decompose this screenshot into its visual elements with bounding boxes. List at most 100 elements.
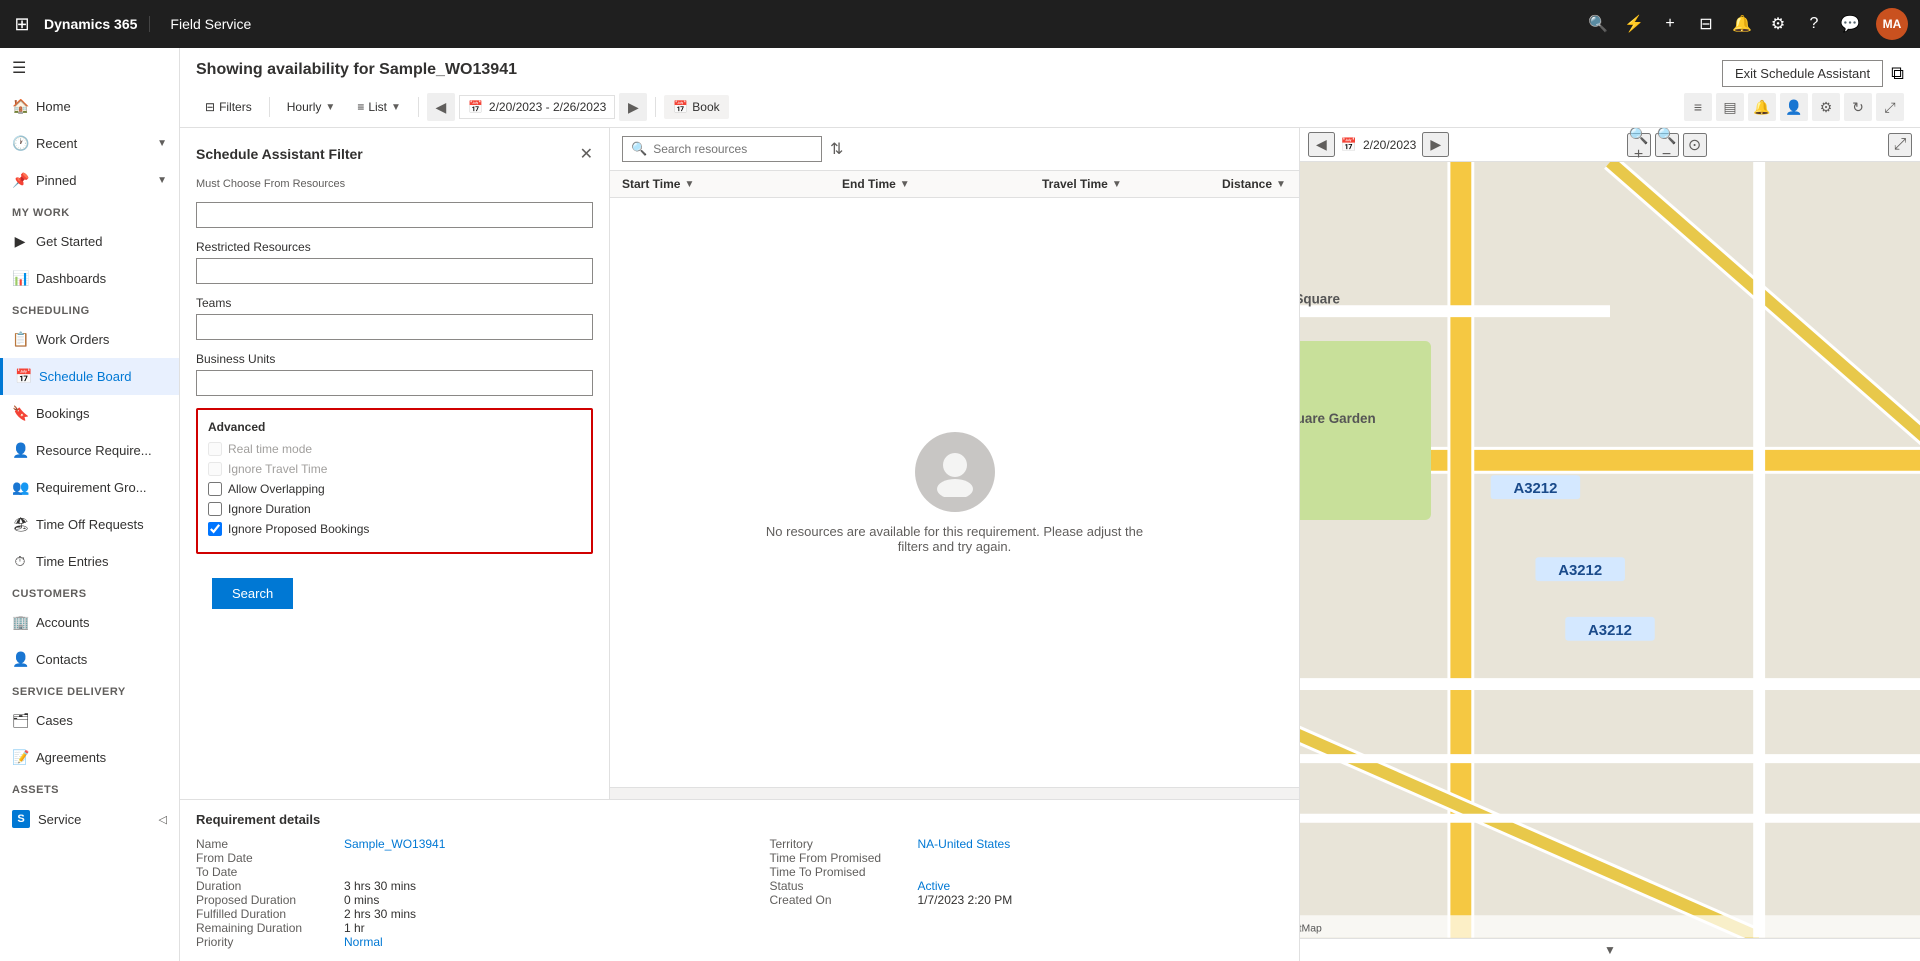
sidebar-group-recent[interactable]: 🕐 Recent ▼ bbox=[0, 125, 179, 162]
sidebar-item-service[interactable]: S Service ◁ bbox=[0, 800, 179, 838]
prev-date-button[interactable]: ◀ bbox=[427, 93, 455, 121]
search-button[interactable]: Search bbox=[212, 578, 293, 609]
zoom-out-button[interactable]: 🔍− bbox=[1655, 133, 1679, 157]
end-time-chevron: ▼ bbox=[900, 179, 910, 190]
map-collapse-button[interactable]: ▼ bbox=[1300, 938, 1920, 961]
map-next-button[interactable]: ▶ bbox=[1422, 132, 1449, 157]
col-distance[interactable]: Distance ▼ bbox=[1222, 177, 1287, 191]
list-button[interactable]: ≡ List ▼ bbox=[348, 95, 410, 119]
next-date-button[interactable]: ▶ bbox=[619, 93, 647, 121]
apps-icon[interactable]: ⊞ bbox=[12, 14, 32, 34]
hourly-button[interactable]: Hourly ▼ bbox=[278, 95, 345, 119]
sidebar-item-contacts[interactable]: 👤 Contacts bbox=[0, 641, 179, 678]
sidebar-hamburger[interactable]: ☰ bbox=[0, 48, 179, 88]
filter-icon: ⊟ bbox=[205, 100, 215, 114]
alert-icon[interactable]: 🔔 bbox=[1748, 93, 1776, 121]
sidebar-label-service: Service bbox=[38, 812, 81, 827]
sidebar-item-reqgroup[interactable]: 👥 Requirement Gro... bbox=[0, 469, 179, 506]
must-choose-input[interactable] bbox=[196, 202, 593, 228]
req-row-priority: Priority Normal bbox=[196, 935, 710, 949]
req-value-status[interactable]: Active bbox=[918, 879, 951, 893]
scrollbar-area[interactable] bbox=[610, 787, 1299, 799]
results-panel: 🔍 ⇅ Start Time ▼ End Time bbox=[610, 128, 1299, 799]
sidebar-item-getstarted[interactable]: ▶ Get Started bbox=[0, 223, 179, 260]
help-icon[interactable]: ? bbox=[1804, 14, 1824, 34]
workorder-icon: 📋 bbox=[12, 331, 28, 348]
col-start-time[interactable]: Start Time ▼ bbox=[622, 177, 842, 191]
results-header: Start Time ▼ End Time ▼ Travel Time ▼ bbox=[610, 171, 1299, 198]
col-end-time[interactable]: End Time ▼ bbox=[842, 177, 1042, 191]
case-icon: 🗂 bbox=[12, 712, 28, 729]
filter-close-button[interactable]: ✕ bbox=[580, 144, 593, 164]
teams-input[interactable] bbox=[196, 314, 593, 340]
filters-button[interactable]: ⊟ Filters bbox=[196, 95, 261, 119]
req-row-duration: Duration 3 hrs 30 mins bbox=[196, 879, 710, 893]
sidebar-item-agreements[interactable]: 📝 Agreements bbox=[0, 739, 179, 776]
search-icon[interactable]: 🔍 bbox=[1588, 14, 1608, 34]
req-label-duration: Duration bbox=[196, 879, 336, 893]
toolbar: ⊟ Filters Hourly ▼ ≡ List ▼ ◀ 📅 2/20/20 bbox=[196, 87, 1904, 127]
search-resources-input[interactable] bbox=[653, 142, 813, 156]
allow-overlap-checkbox[interactable] bbox=[208, 482, 222, 496]
exit-schedule-assistant-button[interactable]: Exit Schedule Assistant bbox=[1722, 60, 1883, 87]
agreement-icon: 📝 bbox=[12, 749, 28, 766]
lightning-icon[interactable]: ⚡ bbox=[1624, 14, 1644, 34]
refresh-icon[interactable]: ↻ bbox=[1844, 93, 1872, 121]
sidebar-item-dashboards[interactable]: 📊 Dashboards bbox=[0, 260, 179, 297]
sidebar-item-workorders[interactable]: 📋 Work Orders bbox=[0, 321, 179, 358]
business-units-input[interactable] bbox=[196, 370, 593, 396]
sidebar-item-bookings[interactable]: 🔖 Bookings bbox=[0, 395, 179, 432]
sidebar-item-cases[interactable]: 🗂 Cases bbox=[0, 702, 179, 739]
sidebar-item-timeoff[interactable]: 🏖 Time Off Requests bbox=[0, 506, 179, 543]
avatar[interactable]: MA bbox=[1876, 8, 1908, 40]
app-title: Field Service bbox=[170, 16, 251, 32]
restricted-resources-input[interactable] bbox=[196, 258, 593, 284]
real-time-checkbox[interactable] bbox=[208, 442, 222, 456]
popout-icon[interactable]: ⧉ bbox=[1891, 63, 1904, 84]
req-value-proposedduration: 0 mins bbox=[344, 893, 379, 907]
gantt-icon[interactable]: ▤ bbox=[1716, 93, 1744, 121]
map-zoom: 🔍+ 🔍− ⊙ bbox=[1627, 133, 1707, 157]
req-value-territory[interactable]: NA-United States bbox=[918, 837, 1011, 851]
requirement-details: Requirement details Name Sample_WO13941 … bbox=[180, 799, 1299, 961]
settings2-icon[interactable]: ⚙ bbox=[1812, 93, 1840, 121]
sidebar-label-resourcereq: Resource Require... bbox=[36, 443, 152, 458]
sidebar-item-timeentries[interactable]: ⏱ Time Entries bbox=[0, 543, 179, 580]
fullscreen-icon[interactable]: ⤢ bbox=[1876, 93, 1904, 121]
business-units-field: Business Units bbox=[196, 352, 593, 396]
ignore-travel-checkbox[interactable] bbox=[208, 462, 222, 476]
resource-icon: 👤 bbox=[12, 442, 28, 459]
settings-icon[interactable]: ⚙ bbox=[1768, 14, 1788, 34]
sidebar-item-resourcereq[interactable]: 👤 Resource Require... bbox=[0, 432, 179, 469]
list-view-icon[interactable]: ≡ bbox=[1684, 93, 1712, 121]
req-row-territory: Territory NA-United States bbox=[770, 837, 1284, 851]
date-range-value: 2/20/2023 - 2/26/2023 bbox=[489, 100, 606, 114]
sort-button[interactable]: ⇅ bbox=[830, 139, 843, 159]
req-row-remainingduration: Remaining Duration 1 hr bbox=[196, 921, 710, 935]
svg-text:A3212: A3212 bbox=[1558, 563, 1602, 579]
zoom-in-button[interactable]: 🔍+ bbox=[1627, 133, 1651, 157]
section-customers: Customers bbox=[0, 580, 179, 604]
req-value-priority[interactable]: Normal bbox=[344, 935, 383, 949]
zoom-fit-button[interactable]: ⊙ bbox=[1683, 133, 1707, 157]
bell-icon[interactable]: 🔔 bbox=[1732, 14, 1752, 34]
sidebar-item-label-pinned: Pinned bbox=[36, 173, 76, 188]
map-expand-button[interactable]: ⤢ bbox=[1888, 133, 1912, 157]
chat-icon[interactable]: 💬 bbox=[1840, 14, 1860, 34]
add-icon[interactable]: + bbox=[1660, 14, 1680, 34]
req-label-remainingduration: Remaining Duration bbox=[196, 921, 336, 935]
book-button[interactable]: 📅 Book bbox=[664, 95, 728, 119]
ignore-duration-checkbox[interactable] bbox=[208, 502, 222, 516]
sidebar-item-home[interactable]: 🏠 Home bbox=[0, 88, 179, 125]
filter-icon[interactable]: ⊟ bbox=[1696, 14, 1716, 34]
person-icon[interactable]: 👤 bbox=[1780, 93, 1808, 121]
results-search-bar: 🔍 ⇅ bbox=[610, 128, 1299, 171]
req-value-name[interactable]: Sample_WO13941 bbox=[344, 837, 445, 851]
col-travel-time[interactable]: Travel Time ▼ bbox=[1042, 177, 1222, 191]
sidebar-item-accounts[interactable]: 🏢 Accounts bbox=[0, 604, 179, 641]
map-prev-button[interactable]: ◀ bbox=[1308, 132, 1335, 157]
sidebar-group-pinned[interactable]: 📌 Pinned ▼ bbox=[0, 162, 179, 199]
sidebar-item-scheduleboard[interactable]: 📅 Schedule Board bbox=[0, 358, 179, 395]
ignore-travel-label: Ignore Travel Time bbox=[228, 462, 327, 476]
ignore-proposed-checkbox[interactable] bbox=[208, 522, 222, 536]
